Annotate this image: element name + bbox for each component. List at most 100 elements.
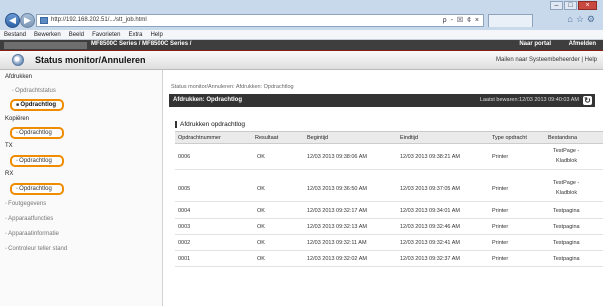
job-type: Printer [492, 256, 509, 262]
menu-favorites[interactable]: Favorieten [92, 30, 120, 39]
job-result: OK [257, 186, 265, 192]
job-number: 0004 [178, 208, 191, 214]
job-file-name: Kladblok [556, 190, 578, 196]
column-header-end-time: Eindtijd [400, 135, 419, 141]
remote-ui-header: MF8500C Series / MF8500C Series / Naar p… [0, 40, 603, 51]
logout-link[interactable]: Afmelden [569, 41, 596, 47]
minimize-button[interactable]: – [550, 1, 563, 10]
sidebar-item-error-info[interactable]: Foutgegevens [5, 201, 46, 207]
sidebar-item-tx-job-log[interactable]: Opdrachtlog [10, 155, 64, 167]
section-bar: Afdrukken: Opdrachtlog Laatst bewaren:12… [169, 94, 595, 107]
table-header: Opdrachtnummer Resultaat Begintijd Eindt… [175, 132, 603, 144]
sidebar-item-label: Opdrachtlog [16, 102, 56, 108]
page-header: Status monitor/Annuleren Mailen naar Sys… [0, 51, 603, 70]
row-divider [175, 218, 603, 219]
job-result: OK [257, 240, 265, 246]
address-row: ◀ ▶ http://192.168.202.51/.../stt_job.ht… [0, 11, 603, 30]
job-number: 0002 [178, 240, 191, 246]
gear-icon[interactable]: ⚙ [587, 14, 595, 25]
address-url[interactable]: http://192.168.202.51/.../stt_job.html [51, 17, 147, 23]
row-divider [175, 250, 603, 251]
page-icon [40, 17, 48, 24]
address-tools[interactable]: ρ - ☒ ¢ × [443, 16, 480, 24]
window-titlebar: – □ × [0, 0, 603, 11]
page-title: Status monitor/Annuleren [35, 55, 146, 65]
job-file-name: TestPage - [553, 148, 580, 154]
sidebar-item-label: Opdrachtlog [16, 158, 52, 164]
column-header-result: Resultaat [255, 135, 279, 141]
row-divider [175, 234, 603, 235]
job-number: 0005 [178, 186, 191, 192]
refresh-icon[interactable]: ↻ [583, 96, 592, 105]
device-name-redacted [4, 42, 87, 49]
job-end-time: 12/03 2013 09:38:21 AM [400, 154, 460, 160]
job-file-name: Testpagina [553, 208, 580, 214]
address-bar[interactable]: http://192.168.202.51/.../stt_job.html ρ… [36, 14, 484, 27]
job-end-time: 12/03 2013 09:32:37 AM [400, 256, 460, 262]
job-end-time: 12/03 2013 09:37:05 AM [400, 186, 460, 192]
window-controls: – □ × [550, 1, 597, 10]
help-link[interactable]: Help [585, 57, 597, 63]
job-file-name: Testpagina [553, 256, 580, 262]
close-button[interactable]: × [578, 1, 597, 10]
job-result: OK [257, 208, 265, 214]
sidebar-section-rx: RX [5, 171, 14, 177]
job-result: OK [257, 256, 265, 262]
last-updated: Laatst bewaren:12/03 2013 09:40:03 AM [479, 97, 579, 103]
job-type: Printer [492, 208, 509, 214]
sidebar-item-label: Opdrachtlog [16, 130, 52, 136]
job-file-name: Kladblok [556, 158, 578, 164]
job-end-time: 12/03 2013 09:32:46 AM [400, 224, 460, 230]
header-links: Mailen naar Systeembeheerder | Help [496, 57, 597, 63]
job-start-time: 12/03 2013 09:36:50 AM [307, 186, 367, 192]
column-header-job-number: Opdrachtnummer [178, 135, 221, 141]
job-result: OK [257, 224, 265, 230]
column-header-file-name: Bestandsna [548, 135, 578, 141]
menu-bar: Bestand Bewerken Beeld Favorieten Extra … [0, 30, 603, 40]
job-end-time: 12/03 2013 09:32:41 AM [400, 240, 460, 246]
menu-file[interactable]: Bestand [4, 30, 26, 39]
sidebar-item-label: Opdrachtlog [16, 186, 52, 192]
menu-edit[interactable]: Bewerken [34, 30, 61, 39]
mail-admin-link[interactable]: Mailen naar Systeembeheerder [496, 57, 580, 63]
back-arrow-icon: ◀ [9, 15, 16, 25]
sidebar-item-device-features[interactable]: Apparaatfuncties [5, 216, 53, 222]
favorites-star-icon[interactable]: ☆ [576, 14, 584, 25]
sidebar-item-counter[interactable]: Controleur teller stand [5, 246, 67, 252]
job-end-time: 12/03 2013 09:34:01 AM [400, 208, 460, 214]
forward-arrow-icon: ▶ [24, 15, 31, 25]
job-type: Printer [492, 154, 509, 160]
section-bar-title: Afdrukken: Opdrachtlog [173, 97, 243, 103]
home-icon[interactable]: ⌂ [567, 14, 572, 25]
log-section-title: Afdrukken opdrachtlog [175, 121, 245, 128]
job-start-time: 12/03 2013 09:32:17 AM [307, 208, 367, 214]
row-divider [175, 266, 603, 267]
menu-tools[interactable]: Extra [128, 30, 142, 39]
sidebar-item-device-info[interactable]: Apparaatinformatie [5, 231, 59, 237]
maximize-button[interactable]: □ [564, 1, 577, 10]
back-button[interactable]: ◀ [5, 13, 20, 28]
menu-view[interactable]: Beeld [69, 30, 84, 39]
job-number: 0003 [178, 224, 191, 230]
job-result: OK [257, 154, 265, 160]
sidebar-item-copy-job-log[interactable]: Opdrachtlog [10, 127, 64, 139]
sidebar-item-job-status[interactable]: Opdrachtstatus [12, 88, 56, 94]
sidebar-item-rx-job-log[interactable]: Opdrachtlog [10, 183, 64, 195]
sidebar-item-print-job-log[interactable]: Opdrachtlog [10, 99, 64, 111]
portal-link[interactable]: Naar portal [519, 41, 551, 47]
column-header-start-time: Begintijd [307, 135, 329, 141]
sidebar-section-copy: Kopiëren [5, 116, 30, 122]
job-start-time: 12/03 2013 09:32:02 AM [307, 256, 367, 262]
job-type: Printer [492, 186, 509, 192]
column-header-job-type: Type opdracht [492, 135, 527, 141]
job-start-time: 12/03 2013 09:38:06 AM [307, 154, 367, 160]
menu-help[interactable]: Help [150, 30, 162, 39]
job-number: 0001 [178, 256, 191, 262]
job-file-name: TestPage - [553, 180, 580, 186]
forward-button[interactable]: ▶ [20, 13, 35, 28]
job-start-time: 12/03 2013 09:32:11 AM [307, 240, 367, 246]
status-monitor-icon [12, 54, 24, 66]
browser-tab[interactable] [488, 14, 533, 27]
job-type: Printer [492, 240, 509, 246]
row-divider [175, 169, 603, 170]
